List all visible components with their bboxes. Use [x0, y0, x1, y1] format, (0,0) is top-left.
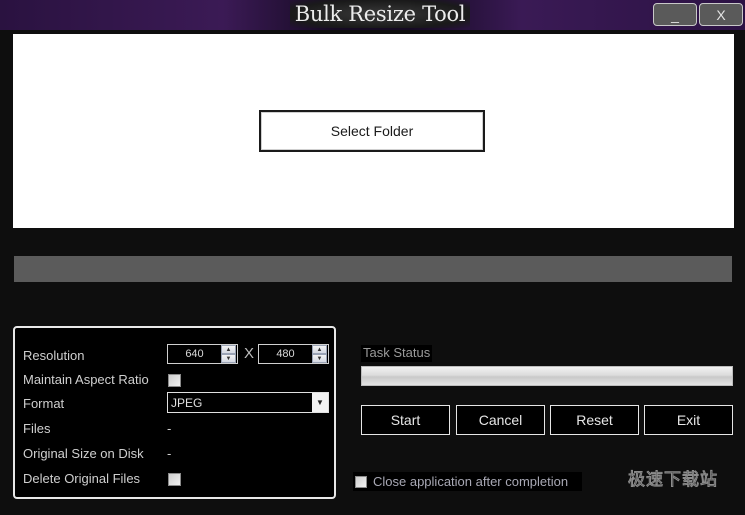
minimize-icon: _ [671, 6, 679, 23]
resolution-width-value[interactable]: 640 [168, 348, 221, 360]
format-value: JPEG [171, 395, 203, 410]
task-status-label: Task Status [361, 345, 433, 362]
folder-path-bar [14, 256, 732, 282]
title-bar[interactable]: Bulk Resize Tool _ X [0, 0, 745, 30]
task-progress-bar [361, 366, 733, 386]
original-size-value: - [167, 446, 172, 461]
delete-original-label: Delete Original Files [23, 471, 141, 486]
folder-drop-area: Select Folder [13, 34, 734, 228]
height-spin-arrows: ▲ ▼ [312, 345, 327, 363]
settings-panel: Resolution 640 ▲ ▼ X 480 ▲ ▼ Maintain As… [13, 326, 336, 499]
title-plate: Bulk Resize Tool [290, 0, 470, 28]
select-folder-button[interactable]: Select Folder [259, 110, 485, 152]
watermark: 极速下载站 [628, 470, 718, 491]
resolution-width-spinner[interactable]: 640 ▲ ▼ [167, 344, 238, 364]
close-after-completion-option[interactable]: Close application after completion [353, 472, 582, 491]
resolution-height-value[interactable]: 480 [259, 348, 312, 360]
height-up-arrow-icon[interactable]: ▲ [312, 345, 327, 354]
files-value: - [167, 421, 172, 436]
original-size-label: Original Size on Disk [23, 446, 144, 461]
minimize-button[interactable]: _ [653, 3, 697, 26]
window-title: Bulk Resize Tool [294, 2, 466, 26]
close-after-completion-label: Close application after completion [373, 474, 569, 489]
reset-button[interactable]: Reset [550, 405, 639, 435]
width-up-arrow-icon[interactable]: ▲ [221, 345, 236, 354]
start-button[interactable]: Start [361, 405, 450, 435]
width-down-arrow-icon[interactable]: ▼ [221, 354, 236, 363]
close-after-completion-checkbox[interactable] [355, 475, 367, 488]
resolution-separator: X [244, 345, 255, 362]
delete-original-checkbox[interactable] [168, 473, 181, 486]
height-down-arrow-icon[interactable]: ▼ [312, 354, 327, 363]
files-label: Files [23, 421, 51, 436]
close-icon: X [716, 6, 726, 23]
cancel-button[interactable]: Cancel [456, 405, 545, 435]
maintain-aspect-ratio-checkbox[interactable] [168, 374, 181, 387]
format-dropdown[interactable]: JPEG ▼ [167, 392, 329, 413]
resolution-label: Resolution [23, 348, 85, 363]
exit-button[interactable]: Exit [644, 405, 733, 435]
format-label: Format [23, 396, 65, 411]
maintain-aspect-ratio-label: Maintain Aspect Ratio [23, 372, 149, 387]
close-button[interactable]: X [699, 3, 743, 26]
chevron-down-icon[interactable]: ▼ [312, 393, 328, 412]
resolution-height-spinner[interactable]: 480 ▲ ▼ [258, 344, 329, 364]
width-spin-arrows: ▲ ▼ [221, 345, 236, 363]
